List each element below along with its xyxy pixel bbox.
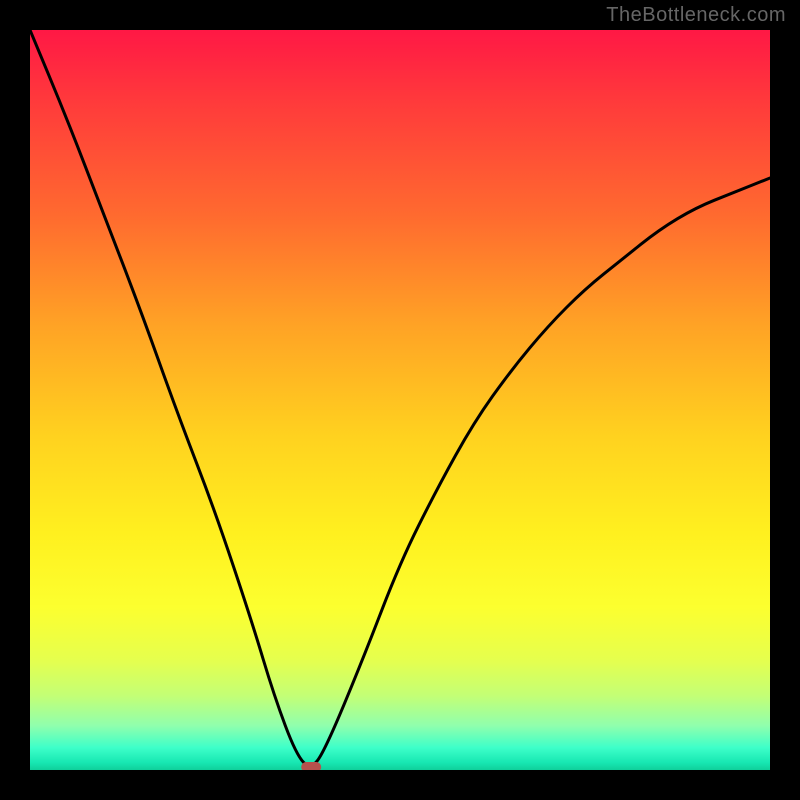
plot-area (30, 30, 770, 770)
minimum-marker (301, 762, 321, 770)
curve-svg (30, 30, 770, 770)
chart-frame: TheBottleneck.com (0, 0, 800, 800)
watermark-text: TheBottleneck.com (606, 4, 786, 27)
bottleneck-curve (30, 30, 770, 766)
